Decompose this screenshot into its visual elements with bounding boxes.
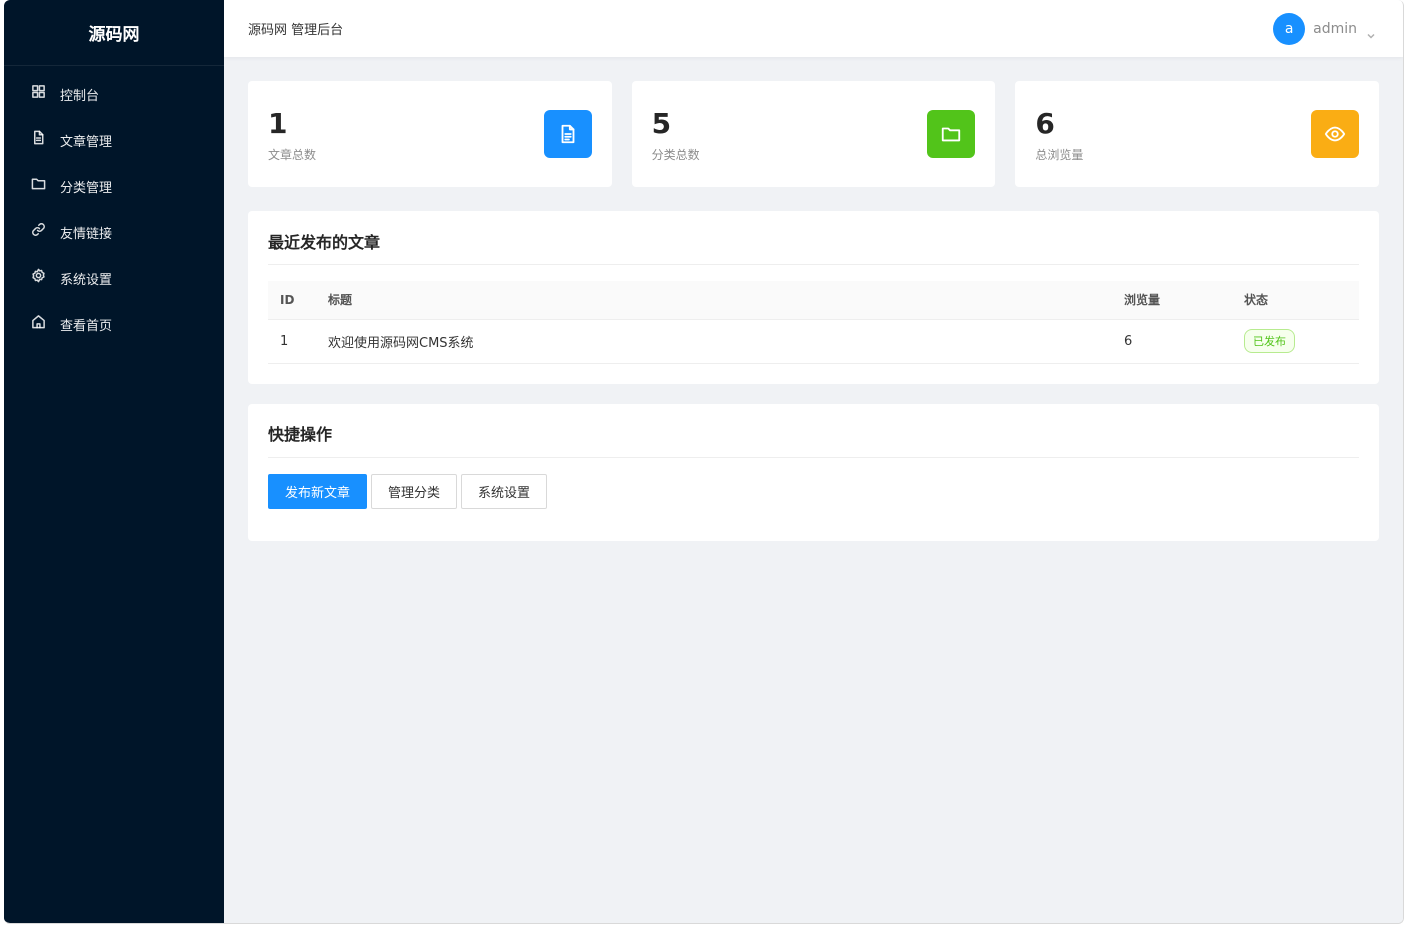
- dashboard-content: 1 文章总数 5 分类总数 6 总浏览量 最近发布的文章 ID 标题 浏览量 状…: [224, 57, 1403, 541]
- sidebar-item-home[interactable]: 查看首页: [4, 298, 224, 344]
- sidebar-item-label: 文章管理: [60, 134, 113, 150]
- sidebar-item-articles[interactable]: 文章管理: [4, 114, 224, 160]
- page-title: 源码网 管理后台: [248, 23, 344, 38]
- panel-title: 最近发布的文章: [268, 211, 1359, 265]
- column-header-title[interactable]: 标题: [328, 281, 1124, 320]
- logo[interactable]: 源码网: [4, 0, 224, 66]
- user-menu[interactable]: a admin: [1273, 12, 1379, 45]
- app-window: 源码网 控制台 文章管理 分类管理 友情链接 系统设置 查看首页 源码网 管理后…: [4, 0, 1404, 924]
- eye-icon: [1311, 110, 1360, 158]
- cell-title[interactable]: 欢迎使用源码网CMS系统: [328, 319, 1124, 364]
- file-icon: [30, 129, 46, 145]
- articles-table: ID 标题 浏览量 状态 1 欢迎使用源码网CMS系统 6 已发布: [268, 281, 1359, 364]
- cell-id: 1: [268, 319, 328, 364]
- column-header-views[interactable]: 浏览量: [1124, 281, 1244, 320]
- stat-value: 1: [268, 106, 288, 140]
- sidebar-item-label: 系统设置: [60, 272, 113, 288]
- sidebar-item-categories[interactable]: 分类管理: [4, 160, 224, 206]
- sidebar-item-label: 友情链接: [60, 226, 113, 242]
- stat-value: 5: [651, 106, 672, 140]
- stats-row: 1 文章总数 5 分类总数 6 总浏览量: [248, 81, 1380, 187]
- column-header-status[interactable]: 状态: [1244, 281, 1359, 320]
- recent-articles-panel: 最近发布的文章 ID 标题 浏览量 状态 1 欢迎使用源码网CMS系统 6 已发…: [248, 211, 1379, 384]
- status-badge: 已发布: [1244, 329, 1295, 353]
- system-settings-button[interactable]: 系统设置: [461, 473, 548, 509]
- table-row[interactable]: 1 欢迎使用源码网CMS系统 6 已发布: [268, 319, 1359, 364]
- chevron-down-icon[interactable]: [1367, 25, 1375, 39]
- stat-value: 6: [1035, 106, 1055, 140]
- link-icon: [30, 221, 46, 237]
- quick-actions-panel: 快捷操作 发布新文章 管理分类 系统设置: [248, 403, 1379, 541]
- username[interactable]: admin: [1313, 21, 1357, 37]
- dashboard-icon: [30, 83, 46, 99]
- sidebar-item-label: 查看首页: [60, 318, 113, 334]
- stat-label: 总浏览量: [1035, 147, 1084, 162]
- gear-icon: [30, 267, 46, 283]
- publish-article-button[interactable]: 发布新文章: [268, 473, 368, 509]
- sidebar-item-dashboard[interactable]: 控制台: [4, 68, 224, 114]
- sidebar: 源码网 控制台 文章管理 分类管理 友情链接 系统设置 查看首页: [4, 0, 224, 923]
- table-header-row: ID 标题 浏览量 状态: [268, 281, 1359, 320]
- stat-card-articles: 1 文章总数: [248, 81, 612, 187]
- cell-views: 6: [1124, 319, 1244, 364]
- sidebar-item-settings[interactable]: 系统设置: [4, 252, 224, 298]
- column-header-id[interactable]: ID: [268, 281, 328, 320]
- cell-status: 已发布: [1244, 319, 1359, 364]
- manage-categories-button[interactable]: 管理分类: [371, 473, 458, 509]
- document-icon: [543, 110, 592, 158]
- stat-label: 文章总数: [268, 147, 317, 162]
- quick-actions: 发布新文章 管理分类 系统设置: [268, 458, 1359, 541]
- sidebar-item-links[interactable]: 友情链接: [4, 206, 224, 252]
- stat-card-categories: 5 分类总数: [631, 81, 996, 187]
- folder-icon: [30, 175, 46, 191]
- stat-label: 分类总数: [651, 147, 700, 162]
- main-area: 源码网 管理后台 a admin 1 文章总数 5 分类总数 6 总浏览量 最近…: [224, 0, 1403, 923]
- top-header: 源码网 管理后台 a admin: [224, 0, 1403, 57]
- avatar[interactable]: a: [1273, 12, 1306, 45]
- folder-icon: [927, 110, 976, 158]
- sidebar-item-label: 分类管理: [60, 180, 113, 196]
- home-icon: [30, 313, 46, 329]
- panel-title: 快捷操作: [268, 404, 1359, 458]
- sidebar-item-label: 控制台: [60, 88, 100, 104]
- stat-card-views: 6 总浏览量: [1015, 81, 1380, 187]
- sidebar-menu: 控制台 文章管理 分类管理 友情链接 系统设置 查看首页: [4, 66, 224, 344]
